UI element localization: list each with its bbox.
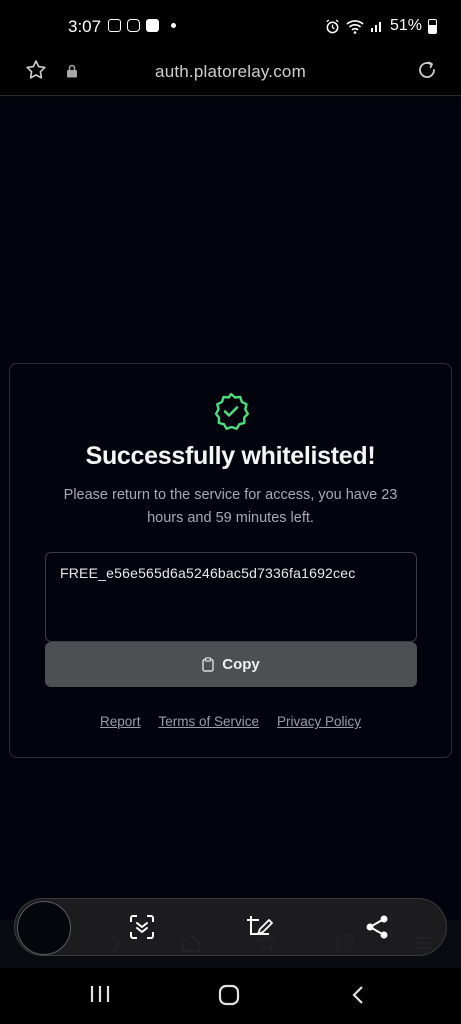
status-time: 3:07 [68,17,102,36]
url-text[interactable]: auth.platorelay.com [0,62,461,82]
key-textarea[interactable]: FREE_e56e565d6a5246bac5d7336fa1692cec [45,552,417,642]
terms-link[interactable]: Terms of Service [158,714,259,729]
alarm-icon [326,18,339,33]
battery-icon [428,18,437,34]
privacy-link[interactable]: Privacy Policy [277,714,361,729]
system-icons: 51% [325,17,437,35]
screenshot-toolbar [14,898,447,956]
system-navigation-bar [0,968,461,1024]
copy-label: Copy [222,656,260,673]
gallery-icon [108,19,121,32]
status-bar: 3:07 51% [0,0,461,54]
browser-address-bar: auth.platorelay.com [0,54,461,96]
page-content: Successfully whitelisted! Please return … [0,97,461,920]
recent-apps-icon[interactable] [89,984,111,1004]
wifi-icon [346,19,364,34]
facebook-icon [146,19,159,32]
more-notifications-dot [171,23,176,28]
back-icon[interactable] [350,984,366,1006]
report-link[interactable]: Report [100,714,141,729]
verified-badge-icon [214,392,249,430]
notification-icons [108,19,176,32]
home-button-icon[interactable] [217,984,241,1006]
reload-icon[interactable] [415,58,439,82]
access-time-message: Please return to the service for access,… [63,487,398,526]
instagram-icon [127,19,140,32]
scroll-capture-icon[interactable] [129,914,155,940]
success-title: Successfully whitelisted! [85,442,376,470]
whitelist-card: Successfully whitelisted! Please return … [9,363,452,758]
share-icon[interactable] [365,914,389,940]
clipboard-icon [202,657,214,672]
battery-percent: 51% [389,17,422,34]
key-value: FREE_e56e565d6a5246bac5d7336fa1692cec [60,565,356,581]
screenshot-thumbnail[interactable] [17,901,71,955]
footer-links: Report Terms of Service Privacy Policy [10,714,451,729]
crop-edit-icon[interactable] [245,914,273,942]
copy-button[interactable]: Copy [45,642,417,687]
signal-icon [370,22,381,32]
